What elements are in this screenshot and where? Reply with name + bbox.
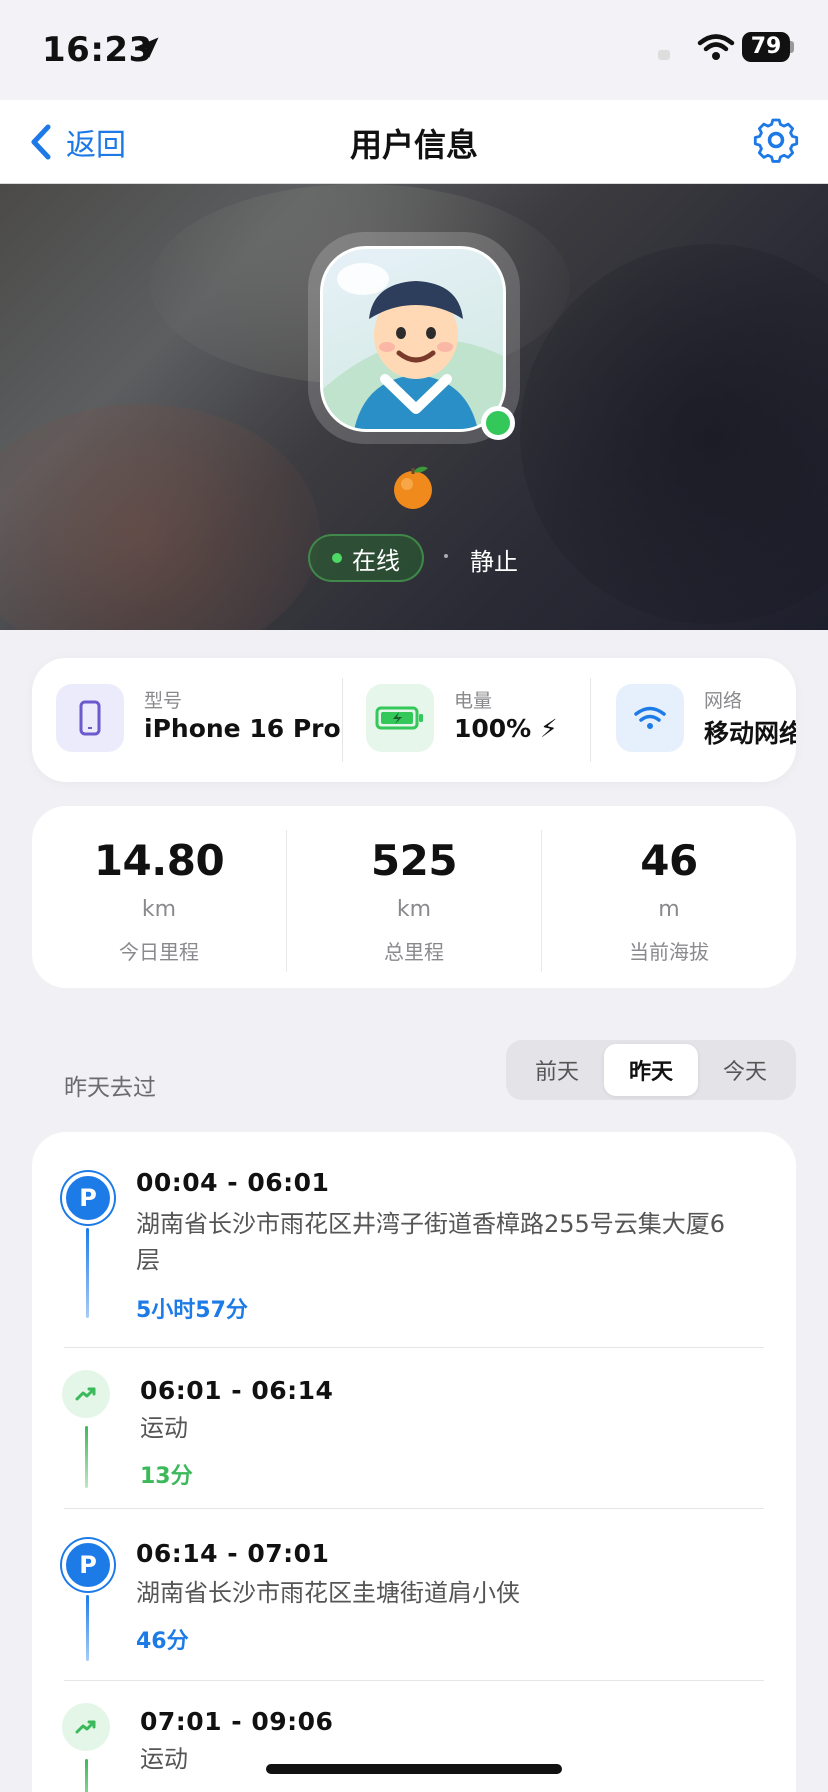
trend-up-icon <box>62 1370 110 1418</box>
status-bar: 16:23 79 <box>0 0 828 100</box>
timeline-card: P 00:04 - 06:01 湖南省长沙市雨花区井湾子街道香樟路255号云集大… <box>32 1132 796 1792</box>
device-network-label: 网络 <box>704 690 743 712</box>
gear-icon[interactable] <box>752 116 800 164</box>
stat-total-mileage: 525 km 总里程 <box>287 836 541 965</box>
battery-nub <box>790 41 794 53</box>
timeline-duration: 13分 <box>140 1464 193 1489</box>
timeline-address: 湖南省长沙市雨花区井湾子街道香樟路255号云集大厦6 <box>136 1210 726 1238</box>
history-title: 昨天去过 <box>64 1075 156 1101</box>
divider <box>64 1508 764 1509</box>
nav-bar: 返回 用户信息 <box>0 100 828 184</box>
divider <box>342 678 343 762</box>
timeline-duration: 46分 <box>136 1629 189 1654</box>
wifi-icon <box>616 684 684 752</box>
day-selector: 前天 昨天 今天 <box>506 1040 796 1100</box>
stat-label: 总里程 <box>384 940 444 964</box>
timeline-line <box>86 1228 89 1318</box>
wifi-status-icon <box>697 34 735 60</box>
battery-indicator: 79 <box>742 32 790 62</box>
status-text: 在线 <box>352 546 400 575</box>
device-info-card: 型号 iPhone 16 Pro 电量 100% ⚡ 网络 移动网络 <box>32 658 796 782</box>
page-title: 用户信息 <box>349 126 478 164</box>
avatar-illustration <box>323 263 503 429</box>
stat-unit: m <box>658 897 680 922</box>
stat-label: 今日里程 <box>119 940 199 964</box>
stat-unit: km <box>396 897 432 922</box>
battery-charging-icon <box>366 684 434 752</box>
online-status-badge: 在线 <box>308 534 424 582</box>
timeline-time: 06:14 - 07:01 <box>136 1539 330 1568</box>
device-battery-label: 电量 <box>454 690 493 712</box>
timeline-activity: 运动 <box>140 1414 188 1442</box>
device-model-label: 型号 <box>144 690 183 712</box>
stat-label: 当前海拔 <box>629 940 709 964</box>
stat-today-mileage: 14.80 km 今日里程 <box>32 836 286 965</box>
phone-icon <box>56 684 124 752</box>
home-indicator[interactable] <box>266 1764 562 1774</box>
separator-dot <box>444 554 448 558</box>
motion-status: 静止 <box>470 548 518 576</box>
divider <box>590 678 591 762</box>
signal-icon <box>658 50 670 60</box>
timeline-time: 06:01 - 06:14 <box>140 1376 334 1405</box>
avatar[interactable] <box>320 246 506 432</box>
timeline-time: 07:01 - 09:06 <box>140 1707 334 1736</box>
location-arrow-icon <box>137 37 159 58</box>
device-battery-value: 100% ⚡ <box>454 714 558 743</box>
tab-day-before-yesterday[interactable]: 前天 <box>510 1044 604 1096</box>
divider <box>64 1347 764 1348</box>
background-blur <box>0 404 320 630</box>
parking-icon: P <box>62 1172 114 1224</box>
online-indicator <box>481 406 515 440</box>
device-network-value: 移动网络 <box>704 719 796 748</box>
stat-altitude: 46 m 当前海拔 <box>542 836 796 965</box>
mileage-stats-card: 14.80 km 今日里程 525 km 总里程 46 m 当前海拔 <box>32 806 796 988</box>
stat-value: 46 <box>640 836 698 885</box>
status-dot <box>332 553 342 563</box>
timeline-activity: 运动 <box>140 1745 188 1773</box>
stat-unit: km <box>141 897 177 922</box>
timeline-address: 湖南省长沙市雨花区圭塘街道肩小侠 <box>136 1579 520 1607</box>
parking-icon: P <box>62 1539 114 1591</box>
trend-up-icon <box>62 1703 110 1751</box>
stat-value: 14.80 <box>93 836 225 885</box>
divider <box>64 1680 764 1681</box>
timeline-line <box>86 1595 89 1661</box>
timeline-duration: 5小时57分 <box>136 1298 248 1323</box>
timeline-line <box>85 1759 88 1792</box>
timeline-line <box>85 1426 88 1488</box>
timeline-address-cont: 层 <box>136 1246 160 1274</box>
stat-value: 525 <box>370 836 458 885</box>
tab-yesterday[interactable]: 昨天 <box>604 1044 698 1096</box>
orange-icon <box>394 466 432 509</box>
device-model-value: iPhone 16 Pro <box>144 714 341 743</box>
tab-today[interactable]: 今天 <box>698 1044 792 1096</box>
timeline-time: 00:04 - 06:01 <box>136 1168 330 1197</box>
